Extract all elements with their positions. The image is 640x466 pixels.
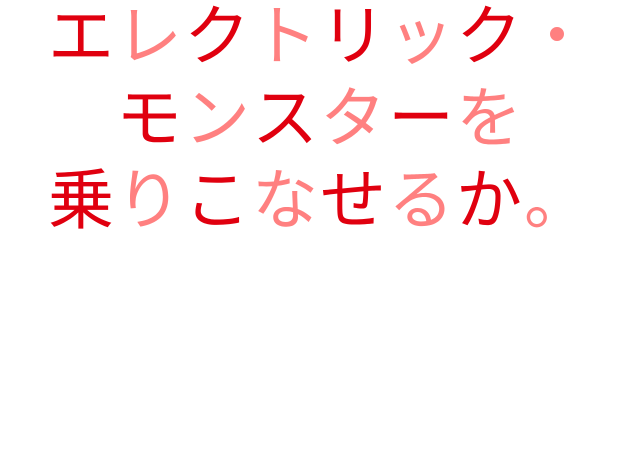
headline-character: タ	[320, 80, 388, 157]
headline-character: ン	[184, 80, 252, 157]
headline-character: か	[456, 162, 524, 239]
headline-character: 。	[524, 162, 592, 239]
headline-character: ー	[388, 80, 456, 157]
headline-character: せ	[320, 162, 388, 239]
headline-character: ト	[252, 0, 320, 75]
headline-character: を	[456, 80, 524, 157]
headline: エレクトリック・ モンスターを 乗りこなせるか。	[0, 0, 640, 242]
headline-character: レ	[116, 0, 184, 75]
headline-character: モ	[116, 80, 184, 157]
headline-character: エ	[48, 0, 116, 75]
headline-character: ・	[524, 0, 592, 75]
headline-character: な	[252, 162, 320, 239]
headline-character: ク	[456, 0, 524, 75]
headline-character: ス	[252, 80, 320, 157]
headline-character: る	[388, 162, 456, 239]
headline-character: こ	[184, 162, 252, 239]
headline-line-2: モンスターを	[0, 78, 640, 160]
headline-character: リ	[320, 0, 388, 75]
headline-character: ク	[184, 0, 252, 75]
headline-line-1: エレクトリック・	[0, 0, 640, 78]
headline-character: ッ	[388, 0, 456, 75]
headline-character: 乗	[48, 162, 116, 239]
headline-character: り	[116, 162, 184, 239]
headline-line-3: 乗りこなせるか。	[0, 160, 640, 242]
